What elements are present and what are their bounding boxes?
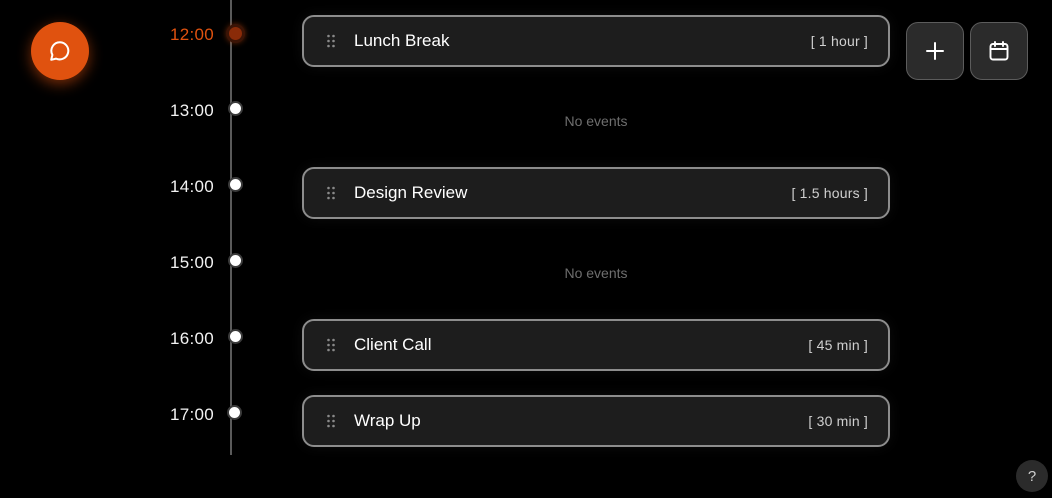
event-card[interactable]: Design Review [ 1.5 hours ]	[302, 167, 890, 219]
plus-icon	[926, 42, 944, 60]
event-title: Client Call	[354, 335, 432, 354]
calendar-button[interactable]	[970, 22, 1028, 80]
chat-bubble-icon	[50, 41, 70, 61]
drag-handle-icon[interactable]	[326, 414, 336, 428]
hour-label: 14:00	[169, 177, 214, 196]
event-card[interactable]: Client Call [ 45 min ]	[302, 319, 890, 371]
timeline-dot	[228, 177, 243, 192]
event-card[interactable]: Wrap Up [ 30 min ]	[302, 395, 890, 447]
event-title: Wrap Up	[354, 411, 421, 430]
timeline-dot	[227, 405, 242, 420]
hour-label: 13:00	[169, 101, 214, 120]
no-events-label: No events	[564, 113, 628, 129]
event-title: Design Review	[354, 183, 468, 202]
add-event-button[interactable]	[906, 22, 964, 80]
event-duration: [ 1.5 hours ]	[791, 185, 868, 201]
chat-button[interactable]	[31, 22, 89, 80]
hour-label-current: 12:00	[169, 25, 214, 44]
hour-label: 16:00	[169, 329, 214, 348]
drag-handle-icon[interactable]	[326, 186, 336, 200]
timeline-dot	[228, 253, 243, 268]
event-title: Lunch Break	[354, 31, 450, 50]
hour-label: 15:00	[169, 253, 214, 272]
drag-handle-icon[interactable]	[326, 34, 336, 48]
no-events-label: No events	[564, 265, 628, 281]
event-card[interactable]: Lunch Break [ 1 hour ]	[302, 15, 890, 67]
calendar-icon	[989, 41, 1009, 61]
timeline-dot	[228, 329, 243, 344]
event-duration: [ 1 hour ]	[810, 33, 868, 49]
help-button[interactable]: ?	[1016, 460, 1048, 492]
event-duration: [ 30 min ]	[808, 413, 868, 429]
timeline-dot	[228, 101, 243, 116]
timeline-line	[230, 0, 232, 455]
drag-handle-icon[interactable]	[326, 338, 336, 352]
current-time-dot	[226, 24, 245, 43]
hour-label: 17:00	[169, 405, 214, 424]
schedule-view: 12:00 13:00 14:00 15:00 16:00 17:00 Lunc…	[0, 0, 1052, 498]
event-duration: [ 45 min ]	[808, 337, 868, 353]
